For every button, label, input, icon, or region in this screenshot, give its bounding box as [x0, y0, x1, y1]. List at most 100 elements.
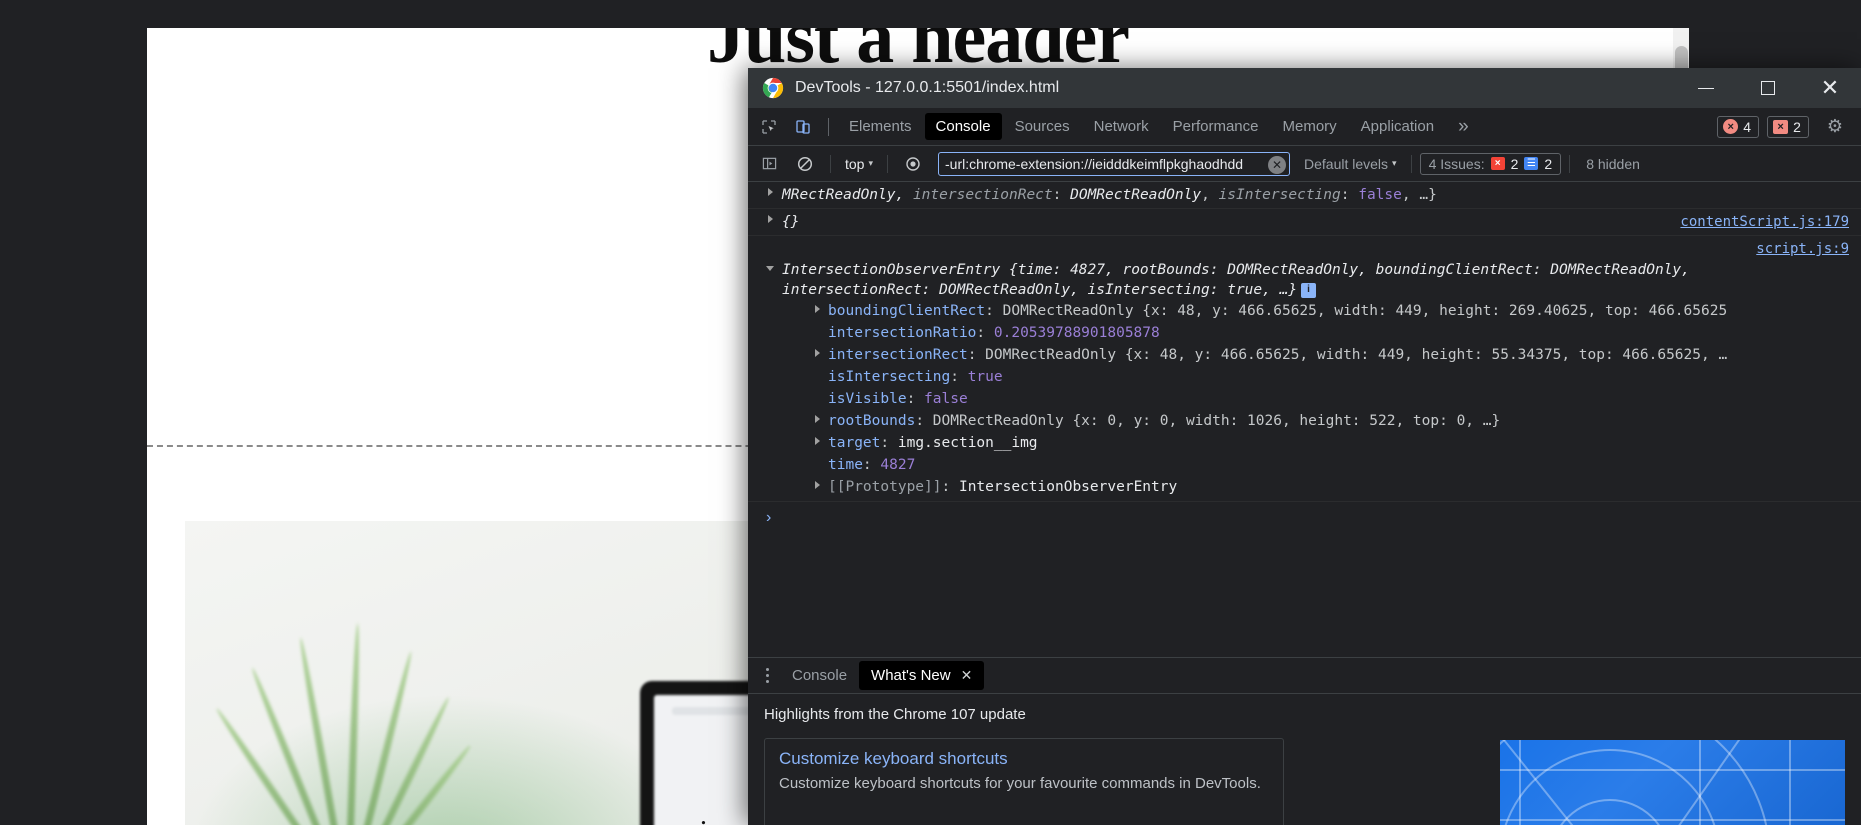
clear-filter-icon[interactable]: ✕ [1268, 155, 1286, 174]
msg0-part4: , [1201, 187, 1219, 203]
msg0-part2: : [1052, 187, 1071, 203]
hidden-messages-count: 8 hidden [1586, 155, 1640, 172]
live-expression-icon[interactable] [896, 149, 930, 179]
whats-new-card-title[interactable]: Customize keyboard shortcuts [779, 749, 1008, 768]
prop-name-1: intersectionRatio [828, 325, 977, 341]
devtools-drawer: Console What's New ✕ Highlights from the… [748, 657, 1861, 825]
collapse-arrow-icon[interactable] [766, 266, 774, 271]
issues-error-icon: × [1490, 157, 1505, 170]
tab-memory[interactable]: Memory [1272, 113, 1348, 140]
expand-arrow-icon-target[interactable] [815, 437, 820, 445]
prop-value-3: true [967, 369, 1003, 385]
chevron-down-icon: ▾ [868, 158, 873, 168]
chrome-logo-icon [762, 77, 784, 99]
console-message-list[interactable]: MRectReadOnly, intersectionRect: DOMRect… [748, 182, 1861, 629]
expand-arrow-icon-bcr[interactable] [815, 305, 820, 313]
tab-sources[interactable]: Sources [1004, 113, 1081, 140]
drawer-tab-close-icon[interactable]: ✕ [961, 667, 973, 684]
entry-prop-intersectionRatio[interactable]: intersectionRatio: 0.20539788901805878 [782, 322, 1851, 344]
tab-performance[interactable]: Performance [1162, 113, 1270, 140]
clear-console-icon[interactable] [788, 149, 822, 179]
filter-separator-4 [1569, 154, 1571, 173]
console-message-entry[interactable]: script.js:9 IntersectionObserverEntry {t… [748, 236, 1861, 501]
whats-new-card-description: Customize keyboard shortcuts for your fa… [779, 775, 1261, 792]
toolbar-separator [828, 117, 829, 136]
prop-value-7: 4827 [880, 457, 916, 473]
error-icon: × [1723, 119, 1739, 134]
entry-prop-prototype[interactable]: [[Prototype]]: IntersectionObserverEntry [782, 476, 1851, 498]
drawer-tabbar: Console What's New ✕ [748, 658, 1861, 694]
devtools-tabbar: Elements Console Sources Network Perform… [748, 108, 1861, 146]
issues-info-icon: ☰ [1524, 157, 1539, 170]
source-link-script[interactable]: script.js:9 [1756, 239, 1849, 259]
entry-prop-boundingClientRect[interactable]: boundingClientRect: DOMRectReadOnly {x: … [782, 300, 1851, 322]
msg0-part7: false [1358, 187, 1402, 203]
whats-new-heading: Highlights from the Chrome 107 update [764, 706, 1026, 723]
expand-arrow-icon-2[interactable] [768, 215, 773, 223]
prop-value-6: img.section__img [897, 435, 1038, 451]
warning-counter[interactable]: × 2 [1767, 115, 1809, 138]
whats-new-thumbnail [1500, 740, 1845, 825]
drawer-tab-whats-new-label: What's New [871, 667, 951, 684]
prompt-chevron-icon: › [766, 509, 772, 526]
entry-prop-target[interactable]: target: img.section__img [782, 432, 1851, 454]
entry-prop-intersectionRect[interactable]: intersectionRect: DOMRectReadOnly {x: 48… [782, 344, 1851, 366]
console-message-truncated[interactable]: MRectReadOnly, intersectionRect: DOMRect… [748, 182, 1861, 209]
entry-prop-isVisible[interactable]: isVisible: false [782, 388, 1851, 410]
tab-elements[interactable]: Elements [838, 113, 923, 140]
msg0-part0: MRectReadOnly, [782, 187, 913, 203]
issues-label: 4 Issues: [1428, 155, 1485, 172]
maximize-button[interactable] [1737, 68, 1799, 108]
log-levels-selector[interactable]: Default levels ▾ [1298, 156, 1403, 172]
console-message-empty-object[interactable]: {} contentScript.js:179 [748, 209, 1861, 236]
entry-prop-isIntersecting[interactable]: isIntersecting: true [782, 366, 1851, 388]
issues-summary[interactable]: 4 Issues: × 2 ☰ 2 [1419, 152, 1562, 175]
execution-context-selector[interactable]: top ▾ [839, 156, 879, 172]
close-button[interactable]: ✕ [1799, 68, 1861, 108]
inspect-element-icon[interactable] [752, 112, 786, 142]
expand-arrow-icon-proto[interactable] [815, 481, 820, 489]
console-filter-input-wrap[interactable]: ✕ [938, 151, 1290, 176]
info-badge-icon[interactable]: i [1301, 282, 1317, 298]
minimize-button[interactable] [1675, 68, 1737, 108]
more-tabs-button[interactable]: » [1446, 116, 1481, 138]
drawer-tab-whats-new[interactable]: What's New ✕ [859, 661, 985, 690]
screen: Just a header DevTools - 127.0.0.1:5501/… [0, 0, 1861, 825]
error-count: 4 [1743, 118, 1752, 135]
tab-application[interactable]: Application [1350, 113, 1445, 140]
source-link-contentscript[interactable]: contentScript.js:179 [1680, 212, 1849, 232]
entry-header-line2: intersectionRect: DOMRectReadOnly, isInt… [782, 282, 1298, 298]
prop-name-6: target [828, 435, 881, 451]
expand-arrow-icon-rb[interactable] [815, 415, 820, 423]
gear-icon[interactable]: ⚙ [1817, 116, 1853, 137]
tab-network[interactable]: Network [1083, 113, 1160, 140]
more-options-icon[interactable] [754, 668, 780, 683]
whats-new-card[interactable]: Customize keyboard shortcuts Customize k… [764, 738, 1284, 825]
prop-name-2: intersectionRect [828, 347, 968, 363]
devtools-title: DevTools - 127.0.0.1:5501/index.html [795, 79, 1060, 96]
filter-separator-3 [1410, 154, 1412, 173]
expand-arrow-icon[interactable] [768, 188, 773, 196]
drawer-tab-console[interactable]: Console [780, 661, 859, 690]
device-toolbar-icon[interactable] [786, 112, 820, 142]
prop-name-0: boundingClientRect [828, 303, 986, 319]
msg0-part1: intersectionRect [912, 187, 1053, 203]
expand-arrow-icon-ir[interactable] [815, 349, 820, 357]
devtools-window: DevTools - 127.0.0.1:5501/index.html ✕ E… [748, 68, 1861, 825]
issue-counters: × 4 × 2 ⚙ [1717, 115, 1861, 138]
console-filter-input[interactable] [939, 152, 1289, 175]
msg0-part6: : [1340, 187, 1359, 203]
console-sidebar-icon[interactable] [752, 149, 786, 179]
tab-console[interactable]: Console [924, 113, 1002, 140]
prop-name-7: time [828, 457, 863, 473]
console-filter-bar: top ▾ ✕ Default levels ▾ 4 Issues: × 2 ☰ [748, 146, 1861, 182]
prop-name-8: [[Prototype]] [828, 479, 942, 495]
error-counter[interactable]: × 4 [1717, 115, 1760, 138]
entry-prop-rootBounds[interactable]: rootBounds: DOMRectReadOnly {x: 0, y: 0,… [782, 410, 1851, 432]
prop-value-8: IntersectionObserverEntry [958, 479, 1178, 495]
entry-prop-time[interactable]: time: 4827 [782, 454, 1851, 476]
console-prompt[interactable]: › [748, 501, 1861, 534]
prop-name-4: isVisible [828, 391, 907, 407]
prop-value-4: false [924, 391, 968, 407]
prop-value-0: DOMRectReadOnly {x: 48, y: 466.65625, wi… [1002, 303, 1728, 319]
